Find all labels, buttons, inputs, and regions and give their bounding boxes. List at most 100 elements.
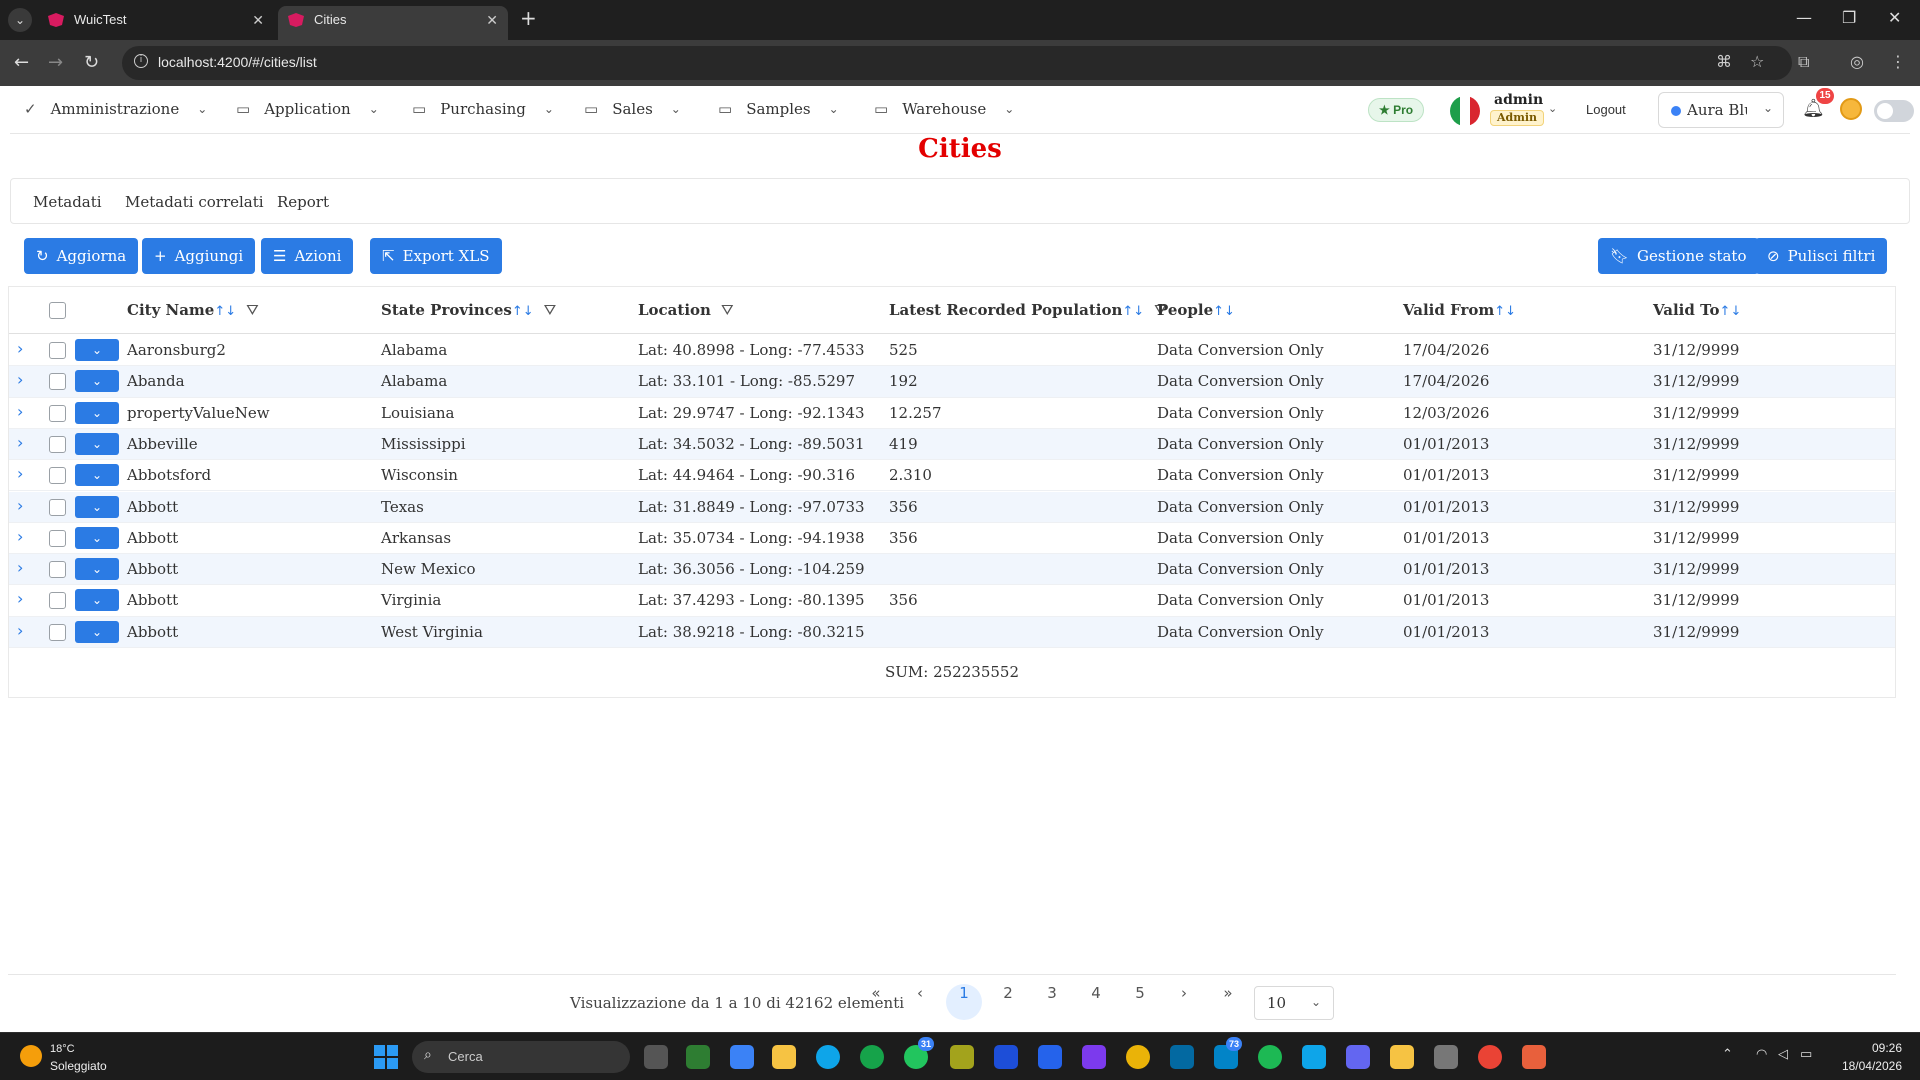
tab-report[interactable]: Report: [277, 193, 329, 211]
browser-tab-cities[interactable]: Cities ✕: [278, 6, 508, 40]
page-3[interactable]: 3: [1034, 984, 1070, 1020]
filter-icon[interactable]: ⛛: [721, 301, 734, 319]
close-tab-icon[interactable]: ✕: [252, 6, 264, 34]
row-actions-dropdown[interactable]: ⌄: [75, 495, 119, 518]
vscode-icon[interactable]: [1038, 1045, 1062, 1069]
menu-purchasing[interactable]: ▭ Purchasing ⌄: [412, 100, 554, 118]
row-actions-dropdown[interactable]: ⌄: [75, 526, 119, 549]
filter-icon[interactable]: ⛛: [544, 301, 557, 319]
row-checkbox[interactable]: [49, 404, 66, 422]
page-5[interactable]: 5: [1122, 984, 1158, 1020]
sun-icon[interactable]: [20, 1045, 42, 1067]
row-checkbox[interactable]: [49, 435, 66, 453]
taskbar-search[interactable]: ⌕ Cerca: [412, 1041, 630, 1073]
tab-metadati[interactable]: Metadati: [33, 193, 102, 211]
col-valid-from[interactable]: Valid From↑↓: [1403, 301, 1516, 319]
col-state-provinces[interactable]: State Provinces↑↓ ⛛: [381, 301, 556, 319]
menu-application[interactable]: ▭ Application ⌄: [236, 100, 379, 118]
row-actions-dropdown[interactable]: ⌄: [75, 620, 119, 643]
battery-icon[interactable]: ▭: [1800, 1047, 1812, 1062]
chevron-up-icon[interactable]: ⌃: [1722, 1047, 1733, 1062]
chrome-canary-icon[interactable]: [860, 1045, 884, 1069]
menu-amministrazione[interactable]: ✓ Amministrazione ⌄: [24, 100, 207, 118]
forward-icon[interactable]: →: [48, 52, 63, 73]
row-actions-dropdown[interactable]: ⌄: [75, 464, 119, 487]
row-checkbox[interactable]: [49, 529, 66, 547]
clock-time[interactable]: 09:26: [1850, 1041, 1902, 1055]
page-4[interactable]: 4: [1078, 984, 1114, 1020]
col-population[interactable]: Latest Recorded Population↑↓ ⛛: [889, 301, 1167, 319]
minimize-icon[interactable]: —: [1796, 8, 1812, 27]
row-checkbox[interactable]: [49, 498, 66, 516]
wifi-icon[interactable]: ◠: [1756, 1047, 1767, 1062]
outlook-icon[interactable]: [1170, 1045, 1194, 1069]
expand-row-icon[interactable]: ›: [17, 496, 23, 515]
expand-row-icon[interactable]: ›: [17, 558, 23, 577]
expand-row-icon[interactable]: ›: [17, 527, 23, 546]
table-row[interactable]: › ⌄ propertyValueNew Louisiana Lat: 29.9747 …: [9, 398, 1895, 429]
more-menu-icon[interactable]: ⋮: [1890, 52, 1906, 71]
expand-row-icon[interactable]: ›: [17, 370, 23, 389]
chevron-down-icon[interactable]: ⌄: [1548, 102, 1557, 115]
claude-icon[interactable]: [1522, 1045, 1546, 1069]
expand-row-icon[interactable]: ›: [17, 402, 23, 421]
menu-sales[interactable]: ▭ Sales ⌄: [584, 100, 681, 118]
row-actions-dropdown[interactable]: ⌄: [75, 432, 119, 455]
tab-metadati-correlati[interactable]: Metadati correlati: [125, 193, 264, 211]
prev-page-icon[interactable]: ‹: [902, 984, 938, 1020]
sort-icon[interactable]: ↑↓: [1720, 304, 1742, 319]
windows-start-icon[interactable]: [374, 1045, 398, 1069]
expand-row-icon[interactable]: ›: [17, 589, 23, 608]
col-location[interactable]: Location ⛛: [638, 301, 734, 319]
table-row[interactable]: › ⌄ Abbott West Virginia Lat: 38.9218 - Long…: [9, 616, 1895, 648]
row-checkbox[interactable]: [49, 623, 66, 641]
expand-row-icon[interactable]: ›: [17, 433, 23, 452]
translate-icon[interactable]: ⌘: [1716, 52, 1732, 71]
menu-samples[interactable]: ▭ Samples ⌄: [718, 100, 839, 118]
row-actions-dropdown[interactable]: ⌄: [75, 339, 119, 361]
table-row[interactable]: › ⌄ Abbott Texas Lat: 31.8849 - Long: -97.07…: [9, 491, 1895, 523]
state-management-button[interactable]: 🔖︎ Gestione stato: [1598, 238, 1759, 274]
refresh-button[interactable]: ↻ Aggiorna: [24, 238, 139, 274]
address-bar[interactable]: i localhost:4200/#/cities/list: [122, 46, 1792, 80]
site-info-icon[interactable]: i: [134, 54, 148, 68]
app-icon[interactable]: [1126, 1045, 1150, 1069]
theme-select[interactable]: Aura Blue ⌄: [1658, 92, 1784, 128]
select-all-checkbox[interactable]: [49, 302, 66, 319]
emoji-face-icon[interactable]: [1840, 98, 1862, 120]
filter-icon[interactable]: ⛛: [246, 301, 259, 319]
row-checkbox[interactable]: [49, 373, 66, 391]
sort-icon[interactable]: ↑↓: [1122, 304, 1144, 319]
sort-icon[interactable]: ↑↓: [1213, 304, 1235, 319]
table-row[interactable]: › ⌄ Abbott New Mexico Lat: 36.3056 - Long: -…: [9, 554, 1895, 586]
clock-date[interactable]: 18/04/2026: [1832, 1059, 1902, 1073]
tab-search-menu-button[interactable]: ⌄: [8, 8, 32, 32]
azure-data-studio-icon[interactable]: [994, 1045, 1018, 1069]
row-checkbox[interactable]: [49, 561, 66, 579]
actions-button[interactable]: ☰ Azioni: [261, 238, 354, 274]
new-tab-icon[interactable]: +: [520, 6, 537, 30]
close-tab-icon[interactable]: ✕: [486, 6, 498, 34]
back-icon[interactable]: ←: [14, 52, 29, 73]
restore-icon[interactable]: ❐: [1842, 8, 1856, 27]
app-icon[interactable]: [1434, 1045, 1458, 1069]
row-checkbox[interactable]: [49, 592, 66, 610]
task-view-icon[interactable]: [644, 1045, 668, 1069]
col-valid-to[interactable]: Valid To↑↓: [1653, 301, 1741, 319]
volume-icon[interactable]: ◁: [1778, 1047, 1788, 1062]
profile-icon[interactable]: ◎: [1850, 52, 1864, 71]
col-people[interactable]: People↑↓: [1157, 301, 1235, 319]
menu-warehouse[interactable]: ▭ Warehouse ⌄: [874, 100, 1014, 118]
dark-mode-toggle[interactable]: [1874, 100, 1914, 122]
page-1[interactable]: 1: [946, 984, 982, 1020]
app-icon[interactable]: [950, 1045, 974, 1069]
row-checkbox[interactable]: [49, 342, 66, 359]
logout-link[interactable]: Logout: [1586, 102, 1626, 117]
sort-icon[interactable]: ↑↓: [1494, 304, 1516, 319]
photos-icon[interactable]: [730, 1045, 754, 1069]
visual-studio-icon[interactable]: [1082, 1045, 1106, 1069]
reload-icon[interactable]: ↻: [84, 52, 99, 73]
row-actions-dropdown[interactable]: ⌄: [75, 558, 119, 581]
edge-icon[interactable]: [816, 1045, 840, 1069]
table-row[interactable]: › ⌄ Abbeville Mississippi Lat: 34.5032 - Lon…: [9, 428, 1895, 461]
